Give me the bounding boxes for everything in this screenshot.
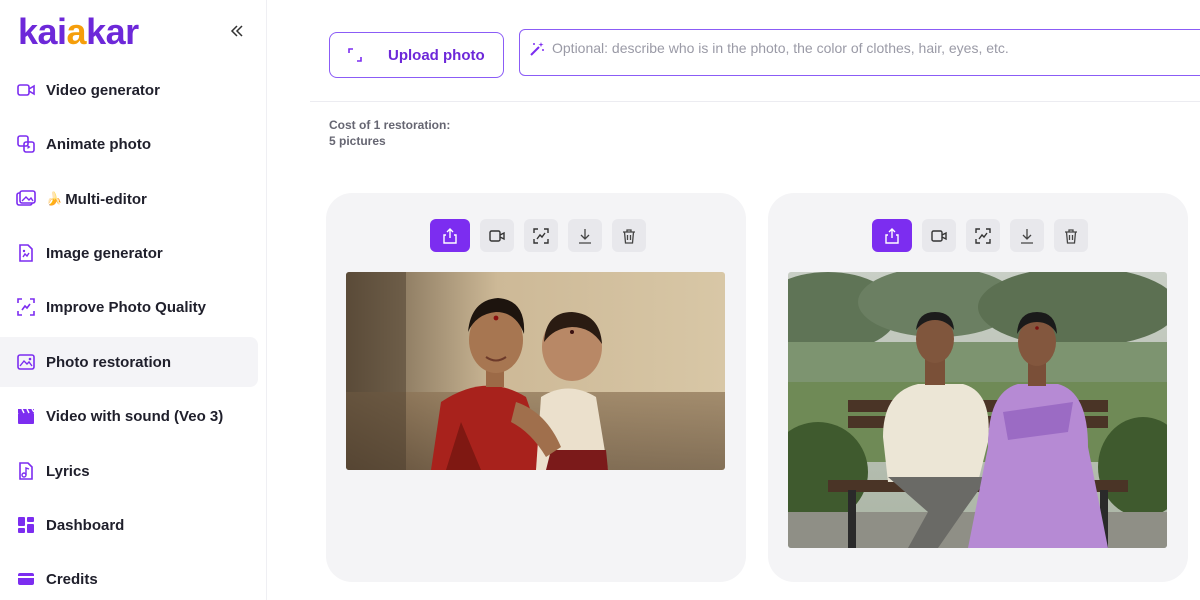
convert-to-video-button[interactable]	[922, 219, 956, 252]
restore-icon	[16, 352, 36, 372]
card-toolbar	[430, 219, 646, 252]
enhance-icon	[533, 227, 549, 244]
share-button[interactable]	[872, 219, 912, 252]
app: kaiakar Video generator Animate photo 🍌 …	[0, 0, 1200, 600]
delete-button[interactable]	[612, 219, 646, 252]
prompt-input[interactable]	[552, 40, 1192, 56]
sidebar: kaiakar Video generator Animate photo 🍌 …	[0, 0, 267, 600]
result-card	[768, 193, 1188, 582]
dashboard-icon	[16, 515, 36, 535]
sidebar-item-lyrics[interactable]: Lyrics	[0, 446, 258, 496]
share-button[interactable]	[430, 219, 470, 252]
animate-icon	[16, 134, 36, 154]
enhance-icon	[975, 227, 991, 244]
restored-photo-mother-child[interactable]	[346, 272, 725, 470]
upload-photo-button[interactable]: Upload photo	[329, 32, 504, 78]
sidebar-item-image-generator[interactable]: Image generator	[0, 228, 258, 278]
enhance-button[interactable]	[524, 219, 558, 252]
magic-wand-icon	[528, 40, 546, 58]
trash-icon	[623, 228, 635, 244]
enhance-icon	[16, 297, 36, 317]
multi-editor-icon	[16, 189, 36, 209]
clapperboard-icon	[16, 406, 36, 426]
download-button[interactable]	[1010, 219, 1044, 252]
card-toolbar	[872, 219, 1088, 252]
video-icon	[16, 80, 36, 100]
sidebar-item-video-with-sound[interactable]: Video with sound (Veo 3)	[0, 391, 258, 441]
download-icon	[1021, 228, 1033, 244]
cost-label: Cost of 1 restoration:	[329, 118, 451, 132]
cost-info: Cost of 1 restoration: 5 pictures	[329, 117, 450, 149]
video-convert-icon	[931, 229, 947, 242]
collapse-sidebar-button[interactable]	[226, 20, 248, 42]
video-convert-icon	[489, 229, 505, 242]
restored-photo-couple-bench[interactable]	[788, 272, 1167, 548]
divider	[310, 101, 1200, 102]
download-icon	[579, 228, 591, 244]
trash-icon	[1065, 228, 1077, 244]
image-file-icon	[16, 243, 36, 263]
convert-to-video-button[interactable]	[480, 219, 514, 252]
logo[interactable]: kaiakar	[18, 10, 139, 54]
result-card	[326, 193, 746, 582]
share-icon	[885, 227, 899, 244]
delete-button[interactable]	[1054, 219, 1088, 252]
banana-icon: 🍌	[46, 191, 63, 206]
sidebar-item-photo-restoration[interactable]: Photo restoration	[0, 337, 258, 387]
sidebar-item-improve-photo-quality[interactable]: Improve Photo Quality	[0, 282, 258, 332]
share-icon	[443, 227, 457, 244]
cost-value: 5 pictures	[329, 134, 386, 148]
download-button[interactable]	[568, 219, 602, 252]
sidebar-item-dashboard[interactable]: Dashboard	[0, 500, 258, 550]
lyrics-icon	[16, 461, 36, 481]
sidebar-item-animate-photo[interactable]: Animate photo	[0, 119, 258, 169]
sidebar-item-multi-editor[interactable]: 🍌 Multi-editor	[0, 174, 258, 224]
expand-corners-icon	[346, 46, 364, 64]
enhance-button[interactable]	[966, 219, 1000, 252]
prompt-field[interactable]	[519, 29, 1200, 76]
sidebar-item-credits[interactable]: Credits	[0, 554, 258, 600]
double-chevron-left-icon	[230, 25, 243, 37]
sidebar-item-video-generator[interactable]: Video generator	[0, 65, 258, 115]
card-icon	[16, 569, 36, 589]
